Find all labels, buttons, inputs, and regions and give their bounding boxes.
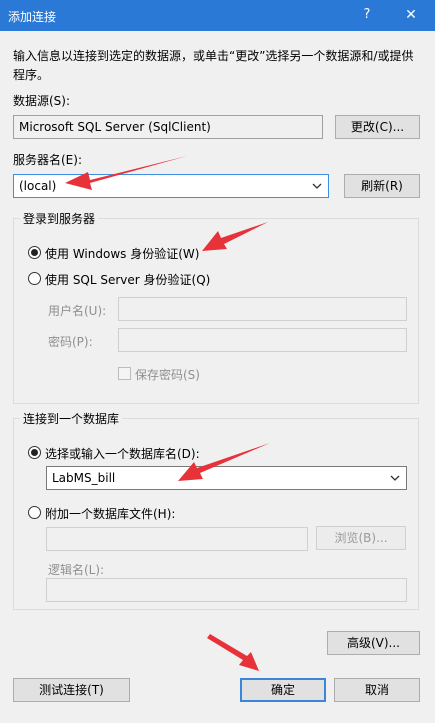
windows-auth-label[interactable]: 使用 Windows 身份验证(W) (45, 245, 199, 262)
username-label: 用户名(U): (48, 304, 107, 318)
database-group-title: 连接到一个数据库 (20, 410, 123, 427)
refresh-button[interactable]: 刷新(R) (344, 174, 420, 198)
window-title: 添加连接 (8, 10, 57, 24)
logical-name-label: 逻辑名(L): (48, 563, 105, 577)
server-combobox[interactable]: (local) (13, 174, 329, 198)
server-label: 服务器名(E): (13, 153, 82, 167)
advanced-button[interactable]: 高级(V)... (327, 631, 420, 655)
close-icon[interactable]: ✕ (400, 5, 422, 25)
datasource-field: Microsoft SQL Server (SqlClient) (13, 115, 323, 139)
ok-button[interactable]: 确定 (240, 678, 326, 702)
sql-auth-radio[interactable] (28, 272, 41, 285)
cancel-button[interactable]: 取消 (334, 678, 420, 702)
database-value: LabMS_bill (52, 471, 116, 485)
save-password-label: 保存密码(S) (135, 368, 200, 382)
select-db-radio[interactable] (28, 446, 41, 459)
datasource-label: 数据源(S): (13, 94, 71, 108)
server-value: (local) (19, 179, 57, 193)
title-bar: 添加连接 ? ✕ (0, 0, 435, 31)
login-group-title: 登录到服务器 (20, 210, 99, 227)
password-label: 密码(P): (48, 335, 93, 349)
attach-file-label[interactable]: 附加一个数据库文件(H): (45, 505, 175, 522)
attach-file-radio[interactable] (28, 506, 41, 519)
browse-button: 浏览(B)... (316, 526, 406, 550)
change-button[interactable]: 更改(C)... (335, 115, 420, 139)
chevron-down-icon[interactable] (310, 179, 324, 193)
chevron-down-icon[interactable] (388, 471, 402, 485)
username-input (118, 297, 407, 321)
attach-file-input (46, 527, 308, 551)
select-db-label[interactable]: 选择或输入一个数据库名(D): (45, 445, 200, 462)
database-combobox[interactable]: LabMS_bill (46, 466, 407, 490)
save-password-checkbox (118, 367, 131, 380)
description-text: 输入信息以连接到选定的数据源，或单击“更改”选择另一个数据源和/或提供程序。 (13, 49, 414, 82)
test-connection-button[interactable]: 测试连接(T) (13, 678, 130, 702)
logical-name-input (46, 578, 407, 602)
password-input (118, 328, 407, 352)
sql-auth-label[interactable]: 使用 SQL Server 身份验证(Q) (45, 271, 210, 288)
annotation-arrow-ok (207, 634, 259, 671)
help-button[interactable]: ? (357, 5, 377, 25)
windows-auth-radio[interactable] (28, 246, 41, 259)
